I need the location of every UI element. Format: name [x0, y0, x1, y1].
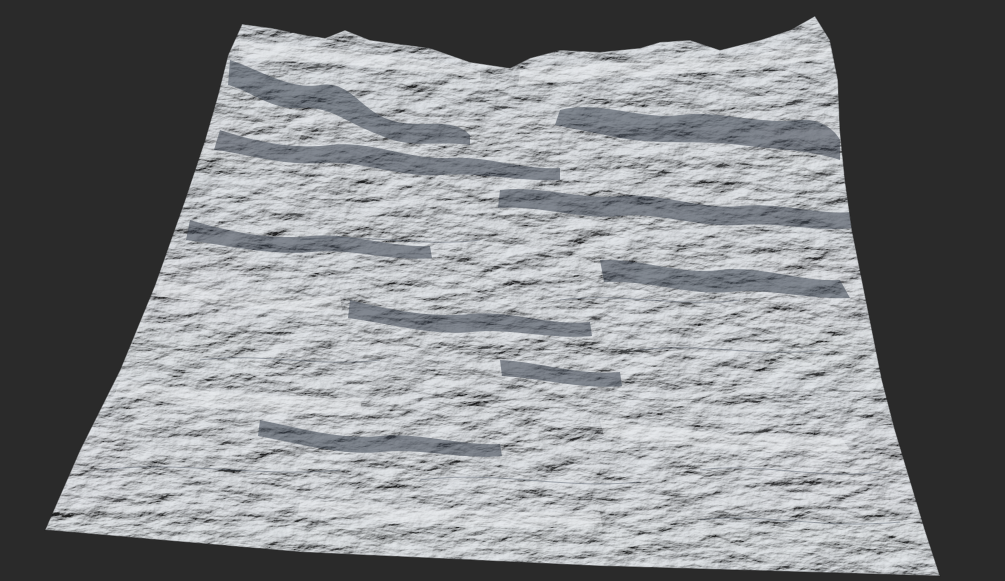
terrain-render [0, 0, 1005, 581]
render-viewport[interactable] [0, 0, 1005, 581]
